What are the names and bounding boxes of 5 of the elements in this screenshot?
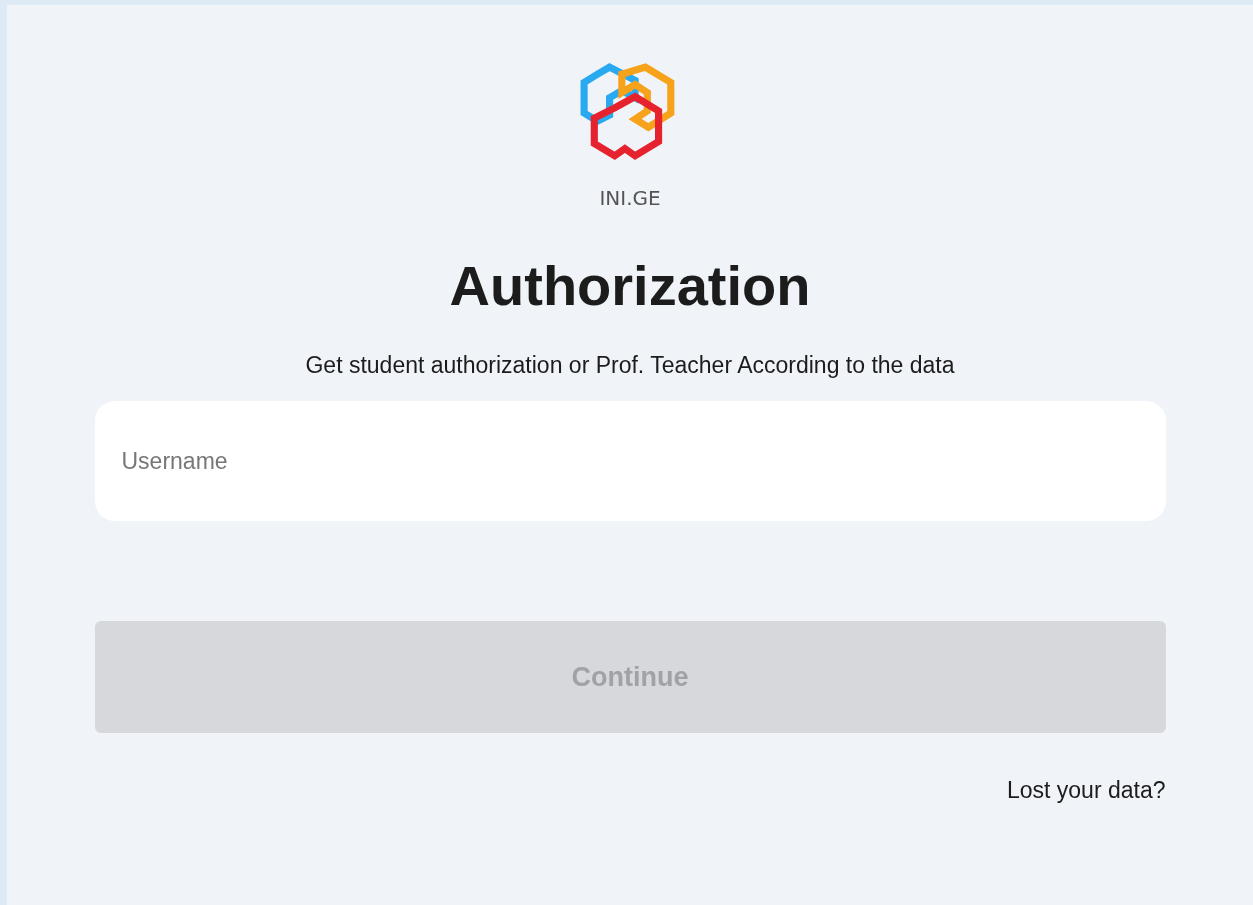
username-field[interactable]: Username	[94, 401, 1166, 521]
lost-data-link[interactable]: Lost your data?	[1006, 777, 1166, 804]
page-title: Authorization	[449, 258, 811, 314]
subtitle: Get student authorization or Prof. Teacher According to the data	[305, 352, 955, 379]
logo-text: INI.GE	[599, 186, 661, 210]
